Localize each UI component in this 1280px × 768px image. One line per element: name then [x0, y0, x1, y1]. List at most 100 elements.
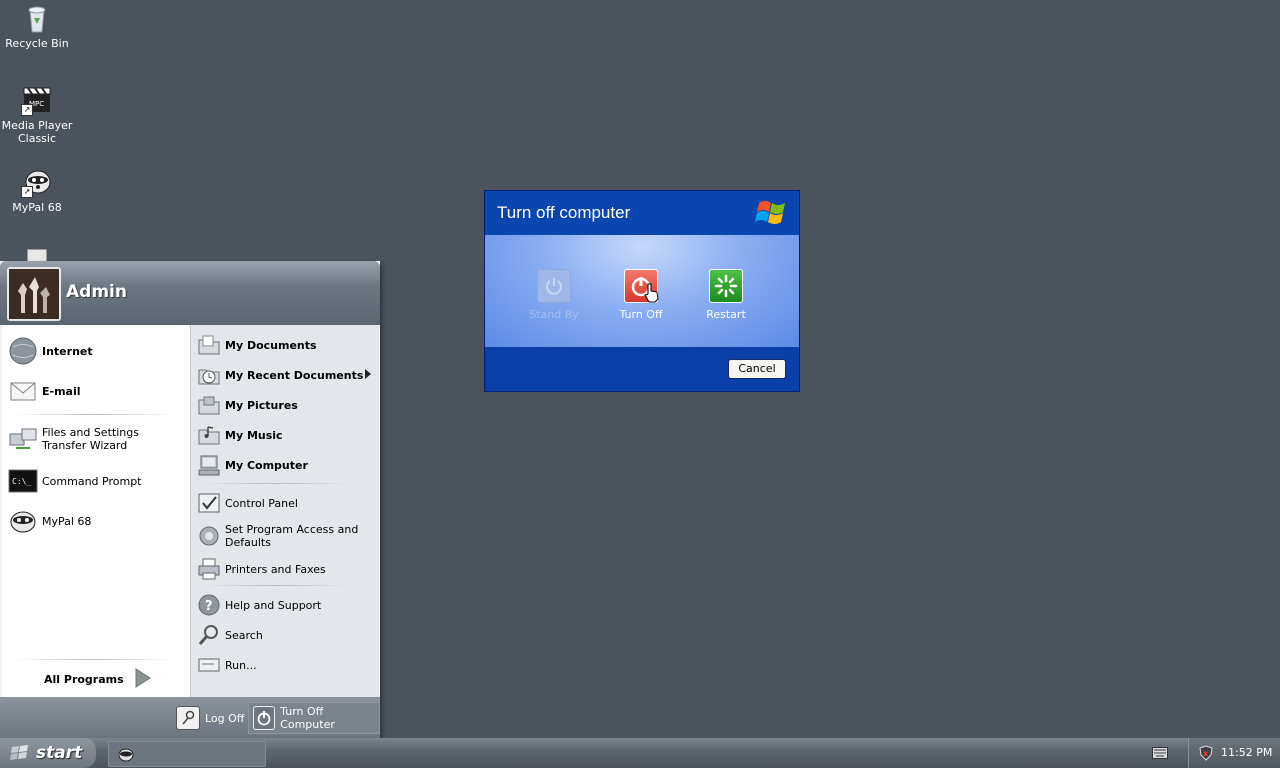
folder-documents-icon: [197, 333, 221, 357]
computer-icon: [197, 453, 221, 477]
shortcut-arrow-icon: ↗: [21, 186, 33, 198]
start-item-label: Search: [225, 628, 263, 642]
start-item-label: Control Panel: [225, 496, 298, 510]
start-item-label: My Documents: [225, 338, 317, 352]
start-item-label: Printers and Faxes: [225, 562, 326, 576]
separator: [201, 483, 351, 484]
start-item-my-music[interactable]: My Music: [197, 421, 373, 449]
start-item-my-pictures[interactable]: My Pictures: [197, 391, 373, 419]
raccoon-icon: [8, 506, 38, 536]
desktop-icon-mypal[interactable]: ↗ MyPal 68: [0, 166, 74, 214]
separator: [14, 414, 174, 415]
separator: [201, 585, 351, 586]
mouse-cursor-hand-icon: [644, 283, 660, 306]
clock[interactable]: 11:52 PM: [1221, 746, 1272, 759]
desktop-icon-label: Media Player Classic: [1, 119, 73, 145]
green-arrow-icon: [134, 667, 152, 691]
start-menu: Admin Internet E-mail Files and Settings…: [0, 261, 380, 738]
system-tray: x 11:52 PM: [1188, 738, 1280, 768]
start-menu-right-column: My Documents My Recent Documents My Pict…: [190, 325, 379, 697]
dialog-footer: Cancel: [485, 347, 799, 391]
start-item-mypal[interactable]: MyPal 68: [8, 505, 186, 537]
start-item-control-panel[interactable]: Control Panel: [197, 489, 373, 517]
desktop-icon-media-player-classic[interactable]: MPC ↗ Media Player Classic: [0, 84, 74, 145]
desktop-icon-recycle-bin[interactable]: Recycle Bin: [0, 2, 74, 50]
svg-text:C:\_: C:\_: [12, 477, 31, 486]
keyboard-icon[interactable]: [1152, 747, 1168, 762]
run-icon: [197, 653, 221, 677]
shortcut-arrow-icon: ↗: [21, 104, 33, 116]
start-item-printers-faxes[interactable]: Printers and Faxes: [197, 555, 373, 583]
stand-by-icon: [537, 269, 571, 303]
log-off-label: Log Off: [205, 711, 245, 725]
start-item-my-documents[interactable]: My Documents: [197, 331, 373, 359]
windows-flag-icon: [10, 744, 30, 762]
start-item-my-computer[interactable]: My Computer: [197, 451, 373, 479]
start-item-label: My Pictures: [225, 398, 298, 412]
start-item-label: My Music: [225, 428, 283, 442]
cancel-button[interactable]: Cancel: [728, 359, 786, 379]
user-name: Admin: [66, 282, 127, 302]
user-avatar[interactable]: [7, 267, 61, 321]
start-item-command-prompt[interactable]: C:\_ Command Prompt: [8, 465, 186, 497]
recycle-bin-icon: [21, 2, 53, 34]
dialog-title-bar: Turn off computer: [485, 191, 799, 235]
start-item-set-program-access[interactable]: Set Program Access and Defaults: [197, 519, 373, 553]
transfer-wizard-icon: [8, 424, 38, 454]
start-menu-header: Admin: [0, 261, 380, 325]
stand-by-label: Stand By: [529, 308, 579, 321]
globe-icon: [8, 336, 38, 366]
taskbar-button-mypal[interactable]: [108, 741, 266, 767]
start-item-internet[interactable]: Internet: [8, 335, 186, 367]
start-item-email[interactable]: E-mail: [8, 375, 186, 407]
printer-icon: [197, 557, 221, 581]
start-item-label: MyPal 68: [42, 514, 92, 528]
turn-off-dialog: Turn off computer Stand By Turn Off Rest…: [484, 190, 800, 392]
log-off-button[interactable]: Log Off: [176, 705, 244, 731]
restart-icon: [709, 269, 743, 303]
separator: [14, 659, 174, 660]
start-item-files-settings-transfer[interactable]: Files and Settings Transfer Wizard: [8, 421, 186, 457]
start-item-help-support[interactable]: ? Help and Support: [197, 591, 373, 619]
submenu-arrow-icon: [365, 369, 371, 382]
start-item-label: Run...: [225, 658, 257, 672]
start-button[interactable]: start: [0, 738, 96, 768]
start-item-search[interactable]: Search: [197, 621, 373, 649]
start-menu-left-column: Internet E-mail Files and Settings Trans…: [2, 325, 190, 697]
help-icon: ?: [197, 593, 221, 617]
folder-pictures-icon: [197, 393, 221, 417]
start-item-label: Set Program Access and Defaults: [225, 523, 359, 549]
key-icon: [176, 706, 200, 730]
restart-label: Restart: [706, 308, 746, 321]
start-item-label: E-mail: [42, 384, 81, 398]
clapperboard-icon: MPC ↗: [21, 84, 53, 116]
program-access-icon: [197, 524, 221, 548]
raccoon-icon: ↗: [21, 166, 53, 198]
dialog-body: Stand By Turn Off Restart: [485, 235, 799, 347]
folder-music-icon: [197, 423, 221, 447]
turn-off-computer-label: Turn Off Computer: [280, 705, 335, 731]
stand-by-button[interactable]: Stand By: [519, 269, 589, 321]
all-programs-button[interactable]: All Programs: [44, 667, 164, 691]
windows-logo-icon: [755, 197, 789, 232]
control-panel-icon: [197, 491, 221, 515]
desktop-icon-label: Recycle Bin: [5, 37, 69, 50]
start-item-label: My Recent Documents: [225, 368, 364, 382]
search-icon: [197, 623, 221, 647]
security-shield-icon[interactable]: x: [1199, 745, 1213, 764]
taskbar: start x 11:52 PM: [0, 738, 1280, 768]
turn-off-computer-button[interactable]: Turn Off Computer: [248, 702, 380, 734]
start-item-my-recent-documents[interactable]: My Recent Documents: [197, 361, 373, 389]
start-item-label: Help and Support: [225, 598, 322, 612]
start-label: start: [36, 743, 83, 763]
start-item-run[interactable]: Run...: [197, 651, 373, 679]
raccoon-icon: [117, 745, 135, 766]
start-item-label: Files and Settings Transfer Wizard: [42, 426, 139, 452]
envelope-icon: [8, 376, 38, 406]
start-item-label: My Computer: [225, 458, 308, 472]
recent-documents-icon: [197, 363, 221, 387]
restart-button[interactable]: Restart: [691, 269, 761, 321]
dialog-title: Turn off computer: [497, 203, 631, 222]
desktop-icon-label: MyPal 68: [12, 201, 62, 214]
turn-off-button[interactable]: Turn Off: [606, 269, 676, 321]
